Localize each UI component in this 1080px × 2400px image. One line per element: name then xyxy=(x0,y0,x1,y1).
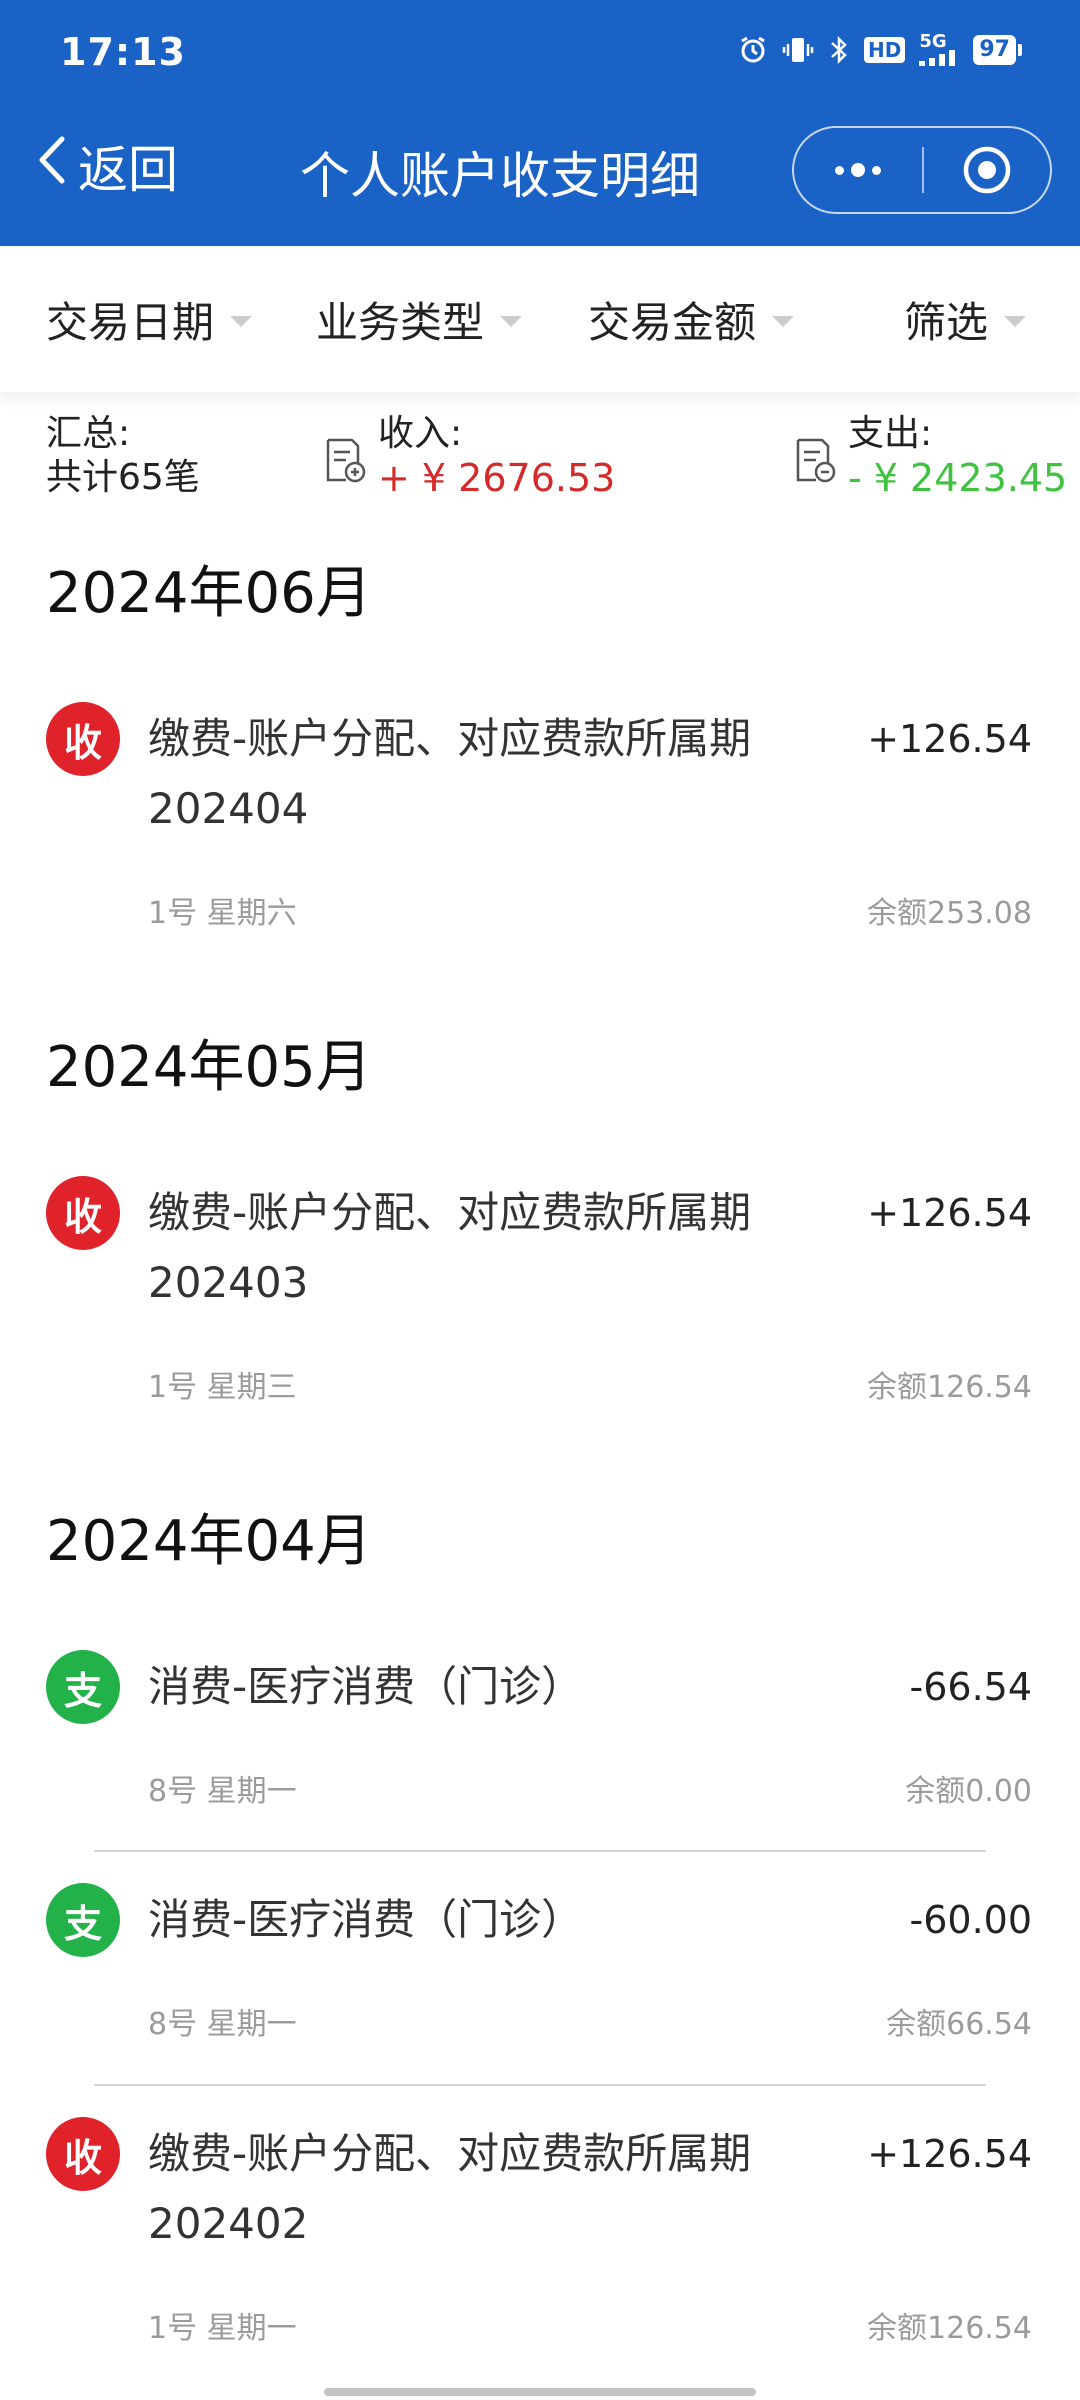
transaction-date: 1号 星期一 xyxy=(148,2311,297,2346)
status-time: 17:13 xyxy=(60,30,186,74)
status-icons: HD 5G 97 xyxy=(738,31,1022,66)
income-badge: 收 xyxy=(46,2117,120,2191)
transaction-amount: +126.54 xyxy=(867,1191,1032,1235)
income-doc-icon xyxy=(322,436,368,490)
summary-total: 汇总: 共计65笔 xyxy=(46,412,200,500)
expense-amount: - ¥ 2423.45 xyxy=(848,456,1068,500)
row-divider xyxy=(94,1850,986,1852)
transaction-desc-line1: 缴费-账户分配、对应费款所属期 xyxy=(148,714,752,763)
filter-bar: 交易日期 业务类型 交易金额 筛选 xyxy=(0,246,1080,392)
hd-badge: HD xyxy=(864,37,906,63)
transaction-balance: 余额253.08 xyxy=(867,896,1032,931)
transaction-desc-line2: 202404 xyxy=(148,784,309,833)
transaction-date: 8号 星期一 xyxy=(148,2007,297,2042)
income-badge: 收 xyxy=(46,1176,120,1250)
battery-icon: 97 xyxy=(973,35,1022,65)
summary: 汇总: 共计65笔 收入: + ¥ 2676.53 支出: - ¥ 2423.4… xyxy=(0,400,1080,510)
caret-down-icon xyxy=(1004,315,1027,327)
summary-total-label: 汇总: xyxy=(46,413,131,454)
filter-more-dropdown[interactable]: 筛选 xyxy=(904,289,1027,350)
more-dots-icon[interactable] xyxy=(794,128,922,212)
transaction-desc-line1: 缴费-账户分配、对应费款所属期 xyxy=(148,1188,752,1237)
transaction-amount: +126.54 xyxy=(867,2132,1032,2176)
transaction-desc-line2: 202403 xyxy=(148,1258,309,1307)
income-badge: 收 xyxy=(46,702,120,776)
filter-more-label: 筛选 xyxy=(904,297,989,347)
transaction-date: 1号 星期六 xyxy=(148,896,297,931)
transaction-row[interactable]: 收 缴费-账户分配、对应费款所属期 202402 +126.54 1号 星期一 … xyxy=(0,2117,1080,2347)
filter-type-label: 业务类型 xyxy=(316,297,485,347)
transaction-description: 消费-医疗消费（门诊） xyxy=(148,1885,788,1955)
transaction-balance: 余额126.54 xyxy=(867,1370,1032,1405)
transaction-amount: +126.54 xyxy=(867,717,1032,761)
signal-icon: 5G xyxy=(919,31,959,66)
mini-program-capsule xyxy=(792,126,1052,214)
battery-level: 97 xyxy=(973,35,1016,65)
month-header: 2024年05月 xyxy=(46,1035,372,1100)
expense-badge: 支 xyxy=(46,1883,120,1957)
transaction-amount: -60.00 xyxy=(909,1898,1033,1942)
transaction-balance: 余额0.00 xyxy=(905,1774,1032,1809)
transaction-balance: 余额126.54 xyxy=(867,2311,1032,2346)
income-label: 收入: xyxy=(378,413,463,454)
expense-label: 支出: xyxy=(848,413,933,454)
transaction-description: 缴费-账户分配、对应费款所属期 202403 xyxy=(148,1178,788,1318)
income-amount: + ¥ 2676.53 xyxy=(378,456,616,500)
transaction-desc-line2: 202402 xyxy=(148,2199,309,2248)
transaction-row[interactable]: 收 缴费-账户分配、对应费款所属期 202403 +126.54 1号 星期三 … xyxy=(0,1176,1080,1406)
transaction-desc-line1: 消费-医疗消费（门诊） xyxy=(148,1662,584,1711)
vibrate-icon xyxy=(782,35,814,65)
transaction-row[interactable]: 收 缴费-账户分配、对应费款所属期 202404 +126.54 1号 星期六 … xyxy=(0,702,1080,932)
transaction-description: 缴费-账户分配、对应费款所属期 202404 xyxy=(148,704,788,844)
top-header: 17:13 HD 5G 97 返回 个人账户收支明细 xyxy=(0,0,1080,246)
summary-income: 收入: + ¥ 2676.53 xyxy=(322,412,615,500)
filter-amount-dropdown[interactable]: 交易金额 xyxy=(588,289,795,350)
transaction-row[interactable]: 支 消费-医疗消费（门诊） -60.00 8号 星期一 余额66.54 xyxy=(0,1883,1080,2043)
transaction-date: 8号 星期一 xyxy=(148,1774,297,1809)
caret-down-icon xyxy=(772,315,795,327)
transaction-amount: -66.54 xyxy=(909,1665,1033,1709)
filter-type-dropdown[interactable]: 业务类型 xyxy=(316,289,523,350)
network-type: 5G xyxy=(919,31,947,52)
month-header: 2024年04月 xyxy=(46,1509,372,1574)
filter-date-label: 交易日期 xyxy=(46,297,215,347)
transaction-row[interactable]: 支 消费-医疗消费（门诊） -66.54 8号 星期一 余额0.00 xyxy=(0,1650,1080,1810)
summary-total-count: 共计65笔 xyxy=(46,457,200,498)
summary-expense: 支出: - ¥ 2423.45 xyxy=(792,412,1067,500)
expense-badge: 支 xyxy=(46,1650,120,1724)
transaction-description: 缴费-账户分配、对应费款所属期 202402 xyxy=(148,2119,788,2259)
close-target-icon[interactable] xyxy=(924,144,1050,196)
transaction-desc-line1: 缴费-账户分配、对应费款所属期 xyxy=(148,2129,752,2178)
expense-doc-icon xyxy=(792,436,838,490)
filter-amount-label: 交易金额 xyxy=(588,297,757,347)
filter-date-dropdown[interactable]: 交易日期 xyxy=(46,289,253,350)
transaction-desc-line1: 消费-医疗消费（门诊） xyxy=(148,1895,584,1944)
transaction-description: 消费-医疗消费（门诊） xyxy=(148,1652,788,1722)
transaction-date: 1号 星期三 xyxy=(148,1370,297,1405)
row-divider xyxy=(94,2084,986,2086)
caret-down-icon xyxy=(230,315,253,327)
month-header: 2024年06月 xyxy=(46,561,372,626)
alarm-icon xyxy=(738,35,768,65)
caret-down-icon xyxy=(500,315,523,327)
bluetooth-icon xyxy=(828,35,850,65)
transaction-balance: 余额66.54 xyxy=(886,2007,1032,2042)
home-indicator[interactable] xyxy=(324,2388,756,2396)
